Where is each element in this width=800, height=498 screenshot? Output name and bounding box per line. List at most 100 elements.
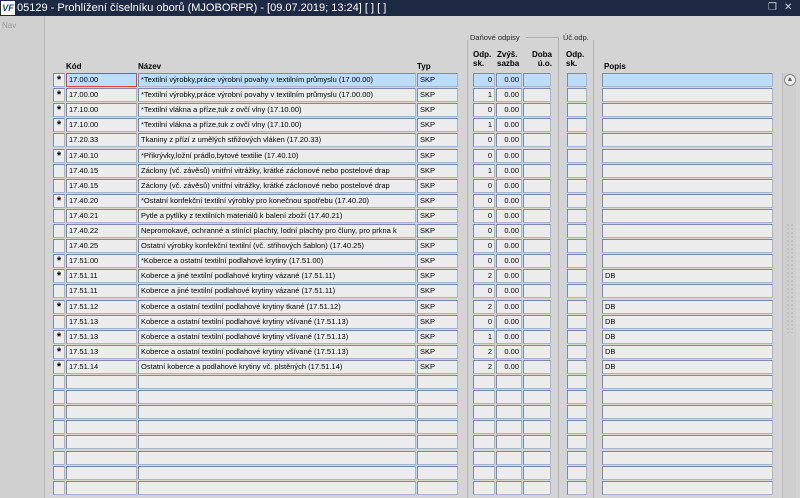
cell-kod[interactable]: 17.51.11 <box>66 269 137 284</box>
cell-ucodp[interactable] <box>567 435 587 450</box>
cell-star[interactable] <box>53 178 65 193</box>
cell-typ[interactable] <box>417 420 458 435</box>
cell-kod[interactable]: 17.00.00 <box>66 88 137 103</box>
cell-star[interactable] <box>53 208 65 223</box>
cell-star[interactable]: * <box>53 88 65 103</box>
scroll-up-icon[interactable]: ▲ <box>784 74 796 86</box>
cell-odp[interactable] <box>473 420 495 435</box>
cell-typ[interactable]: SKP <box>417 193 458 208</box>
cell-kod[interactable]: 17.20.33 <box>66 133 137 148</box>
cell-star[interactable]: * <box>53 344 65 359</box>
cell-popis[interactable] <box>602 224 773 238</box>
cell-star[interactable]: * <box>53 148 65 163</box>
cell-zvys[interactable] <box>496 375 522 389</box>
cell-typ[interactable]: SKP <box>417 103 458 118</box>
cell-kod[interactable]: 17.10.00 <box>66 118 137 133</box>
cell-typ[interactable]: SKP <box>417 133 458 148</box>
cell-star[interactable]: * <box>53 359 65 374</box>
cell-typ[interactable]: SKP <box>417 359 458 374</box>
cell-kod[interactable]: 17.51.12 <box>66 299 137 314</box>
cell-kod[interactable]: 17.40.15 <box>66 178 137 193</box>
cell-nazev[interactable]: Nepromokavé, ochranné a stínící plachty,… <box>138 224 416 238</box>
cell-doba[interactable] <box>523 359 551 374</box>
cell-odp[interactable]: 2 <box>473 344 495 359</box>
cell-doba[interactable] <box>523 73 551 87</box>
cell-popis[interactable] <box>602 193 773 208</box>
cell-doba[interactable] <box>523 269 551 284</box>
cell-nazev[interactable] <box>138 480 416 495</box>
cell-zvys[interactable]: 0.00 <box>496 359 522 374</box>
cell-popis[interactable]: DB <box>602 269 773 284</box>
cell-typ[interactable]: SKP <box>417 284 458 299</box>
cell-typ[interactable] <box>417 390 458 405</box>
cell-odp[interactable]: 0 <box>473 178 495 193</box>
restore-icon[interactable]: ❐ <box>768 2 777 14</box>
cell-typ[interactable]: SKP <box>417 163 458 178</box>
cell-zvys[interactable]: 0.00 <box>496 314 522 329</box>
cell-popis[interactable] <box>602 480 773 495</box>
cell-zvys[interactable]: 0.00 <box>496 193 522 208</box>
cell-typ[interactable]: SKP <box>417 239 458 254</box>
close-icon[interactable]: ✕ <box>784 2 792 14</box>
cell-odp[interactable]: 1 <box>473 163 495 178</box>
cell-ucodp[interactable] <box>567 420 587 435</box>
vertical-scrollbar[interactable]: ▲ <box>782 73 796 498</box>
cell-star[interactable] <box>53 480 65 495</box>
cell-ucodp[interactable] <box>567 284 587 299</box>
cell-star[interactable] <box>53 450 65 465</box>
cell-star[interactable]: * <box>53 299 65 314</box>
cell-zvys[interactable] <box>496 405 522 420</box>
cell-kod[interactable]: 17.40.22 <box>66 224 137 238</box>
cell-nazev[interactable]: Koberce a ostatní textilní podlahové kry… <box>138 329 416 344</box>
cell-star[interactable] <box>53 163 65 178</box>
cell-doba[interactable] <box>523 193 551 208</box>
cell-popis[interactable] <box>602 254 773 269</box>
cell-doba[interactable] <box>523 178 551 193</box>
cell-zvys[interactable]: 0.00 <box>496 224 522 238</box>
cell-odp[interactable] <box>473 435 495 450</box>
cell-ucodp[interactable] <box>567 178 587 193</box>
cell-nazev[interactable]: *Textilní výrobky,práce výrobní povahy v… <box>138 88 416 103</box>
cell-typ[interactable] <box>417 450 458 465</box>
cell-odp[interactable]: 0 <box>473 133 495 148</box>
cell-kod[interactable]: 17.40.21 <box>66 208 137 223</box>
cell-ucodp[interactable] <box>567 224 587 238</box>
cell-kod[interactable] <box>66 465 137 480</box>
cell-doba[interactable] <box>523 103 551 118</box>
cell-star[interactable] <box>53 465 65 480</box>
cell-odp[interactable] <box>473 375 495 389</box>
cell-odp[interactable] <box>473 405 495 420</box>
cell-odp[interactable]: 2 <box>473 359 495 374</box>
cell-doba[interactable] <box>523 435 551 450</box>
cell-popis[interactable] <box>602 239 773 254</box>
cell-zvys[interactable]: 0.00 <box>496 88 522 103</box>
cell-nazev[interactable]: *Textilní výrobky,práce výrobní povahy v… <box>138 73 416 87</box>
scroll-grip[interactable] <box>786 223 794 333</box>
cell-zvys[interactable] <box>496 435 522 450</box>
cell-nazev[interactable] <box>138 420 416 435</box>
cell-zvys[interactable]: 0.00 <box>496 133 522 148</box>
cell-star[interactable]: * <box>53 193 65 208</box>
cell-kod[interactable]: 17.40.10 <box>66 148 137 163</box>
cell-star[interactable] <box>53 314 65 329</box>
cell-zvys[interactable] <box>496 480 522 495</box>
cell-star[interactable]: * <box>53 269 65 284</box>
cell-zvys[interactable]: 0.00 <box>496 103 522 118</box>
cell-nazev[interactable]: Koberce a jiné textilní podlahové krytin… <box>138 284 416 299</box>
cell-typ[interactable]: SKP <box>417 329 458 344</box>
cell-popis[interactable]: DB <box>602 299 773 314</box>
cell-nazev[interactable]: Koberce a ostatní textilní podlahové kry… <box>138 344 416 359</box>
cell-zvys[interactable] <box>496 465 522 480</box>
cell-typ[interactable]: SKP <box>417 88 458 103</box>
cell-odp[interactable] <box>473 465 495 480</box>
cell-odp[interactable]: 0 <box>473 239 495 254</box>
cell-nazev[interactable]: Pytle a pytlíky z textilních materiálů k… <box>138 208 416 223</box>
cell-zvys[interactable]: 0.00 <box>496 178 522 193</box>
cell-odp[interactable]: 0 <box>473 224 495 238</box>
cell-nazev[interactable]: *Přikrývky,ložní prádlo,bytové textilie … <box>138 148 416 163</box>
cell-odp[interactable]: 0 <box>473 208 495 223</box>
cell-star[interactable]: * <box>53 254 65 269</box>
cell-star[interactable] <box>53 420 65 435</box>
cell-typ[interactable]: SKP <box>417 73 458 87</box>
cell-doba[interactable] <box>523 420 551 435</box>
